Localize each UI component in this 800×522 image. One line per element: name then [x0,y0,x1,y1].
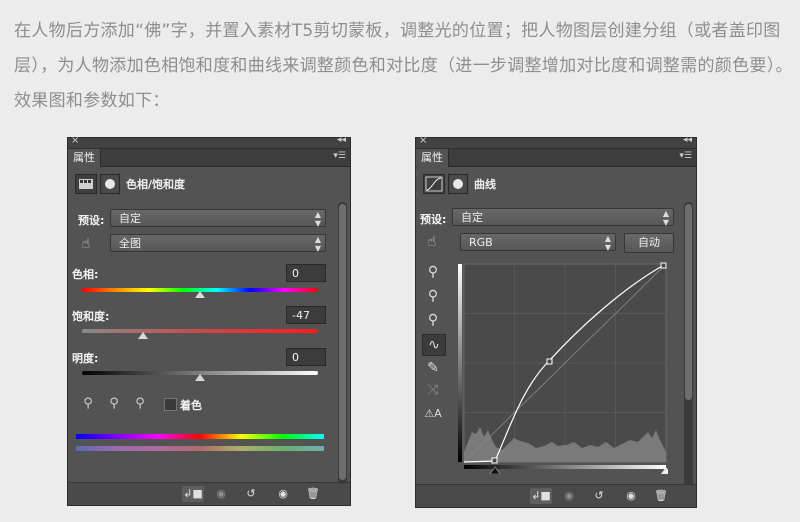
panel-menu-icon[interactable]: ▾☰ [679,151,692,161]
channel-select-value: 全图 [119,237,141,250]
select-arrows-icon: ▲ ▼ [662,209,669,227]
draw-pencil-icon[interactable]: ✎ [422,358,444,378]
visibility-eye-icon[interactable]: ◉ [620,488,642,504]
intro-paragraph: 在人物后方添加“佛”字，并置入素材T5剪切蒙板，调整光的位置；把人物图层创建分组… [14,21,793,111]
tab-properties[interactable]: 属性 [68,149,101,167]
scrollbar-thumb[interactable] [339,204,346,480]
panel-tab-row: 属性 ▾☰ [416,149,696,167]
lightness-label: 明度: [72,352,99,365]
panel-header: 曲线 [416,168,696,202]
input-color-spectrum-bar [76,434,324,439]
reset-icon[interactable]: ↺ [588,488,610,504]
channel-select[interactable]: 全图 ▲ ▼ [110,234,326,253]
select-arrows-icon: ▲ ▼ [314,210,321,228]
preset-select[interactable]: 自定 ▲ ▼ [110,209,326,228]
hue-label: 色相: [72,268,99,281]
layer-mask-icon[interactable] [100,174,120,194]
lightness-input[interactable]: 0 [286,348,326,366]
panel-scrollbar[interactable] [684,202,693,486]
edit-points-curve-icon[interactable]: ∿ [422,334,446,356]
layer-mask-icon[interactable] [448,174,468,194]
colorize-checkbox[interactable] [164,398,177,411]
hue-saturation-adjustment-icon[interactable] [75,174,97,194]
adjustment-title: 曲线 [474,178,496,191]
preset-select[interactable]: 自定 ▲ ▼ [452,208,674,227]
saturation-slider-thumb[interactable] [138,332,149,339]
delete-icon[interactable]: 🗑 [302,486,324,502]
panel-footer: ↲■ ◉ ↺ ◉ 🗑 [416,484,696,507]
saturation-slider-track[interactable] [82,329,318,333]
output-color-spectrum-bar [76,446,324,451]
curve-point-mid [546,358,553,365]
select-arrows-icon: ▲ ▼ [604,234,611,252]
preset-label: 预设: [78,214,105,227]
hue-input[interactable]: 0 [286,264,326,282]
smooth-curve-icon[interactable]: ⤨ [422,380,444,400]
adjustment-title: 色相/饱和度 [126,178,186,191]
view-previous-icon[interactable]: ◉ [558,488,580,504]
collapse-icon[interactable]: ◂◂ [337,135,346,145]
tab-properties[interactable]: 属性 [416,149,449,167]
channel-select[interactable]: RGB ▲ ▼ [460,233,616,252]
channel-select-value: RGB [469,236,493,249]
panel-header: 色相/饱和度 [68,168,350,202]
panel-titlebar: × ◂◂ [68,135,350,149]
clip-to-layer-icon[interactable]: ↲■ [182,486,204,502]
set-black-point-eyedropper-icon[interactable]: ⚲ [422,262,444,282]
visibility-eye-icon[interactable]: ◉ [272,486,294,502]
eyedropper-icon[interactable]: ⚲ [80,396,96,412]
collapse-icon[interactable]: ◂◂ [683,135,692,145]
auto-button[interactable]: 自动 [624,233,674,253]
colorize-label: 着色 [180,399,202,412]
panel-menu-icon[interactable]: ▾☰ [333,151,346,161]
lightness-slider-thumb[interactable] [195,374,205,381]
panel-titlebar: × ◂◂ [416,135,696,149]
curves-graph[interactable] [458,262,668,474]
delete-icon[interactable]: 🗑 [650,488,672,504]
eyedropper-minus-icon[interactable]: ⚲ [132,396,148,412]
panel-footer: ↲■ ◉ ↺ ◉ 🗑 [68,482,350,505]
preset-label: 预设: [420,213,447,226]
saturation-label: 饱和度: [72,310,110,323]
curves-adjustment-icon[interactable] [423,174,445,194]
targeted-adjustment-hand-icon[interactable]: ☝ [78,236,94,252]
curves-panel: × ◂◂ 属性 ▾☰ 曲线 预设: 自定 ▲ ▼ ☝ RGB ▲ ▼ 自动 ⚲ ⚲ … [416,135,696,507]
hue-slider-thumb[interactable] [195,291,205,298]
set-white-point-eyedropper-icon[interactable]: ⚲ [422,310,444,330]
scrollbar-thumb[interactable] [685,204,692,400]
preset-select-value: 自定 [461,211,483,224]
select-arrows-icon: ▲ ▼ [314,235,321,253]
close-icon[interactable]: × [71,135,79,146]
panel-tab-row: 属性 ▾☰ [68,149,350,167]
output-gradient-bar [458,264,462,462]
set-gray-point-eyedropper-icon[interactable]: ⚲ [422,286,444,306]
view-previous-icon[interactable]: ◉ [210,486,232,502]
clipping-warning-icon[interactable]: ⚠A [422,404,444,424]
clip-to-layer-icon[interactable]: ↲■ [530,488,552,504]
saturation-input[interactable]: -47 [286,306,326,324]
reset-icon[interactable]: ↺ [240,486,262,502]
curve-point-black [491,457,498,464]
close-icon[interactable]: × [419,135,427,146]
targeted-adjustment-hand-icon[interactable]: ☝ [424,234,440,250]
panel-scrollbar[interactable] [338,202,347,484]
curve-point-white [660,262,667,269]
preset-select-value: 自定 [119,212,141,225]
eyedropper-plus-icon[interactable]: ⚲ [106,396,122,412]
hue-saturation-panel: × ◂◂ 属性 ▾☰ 色相/饱和度 预设: 自定 ▲ ▼ ☝ 全图 ▲ ▼ 色相: … [68,135,350,505]
